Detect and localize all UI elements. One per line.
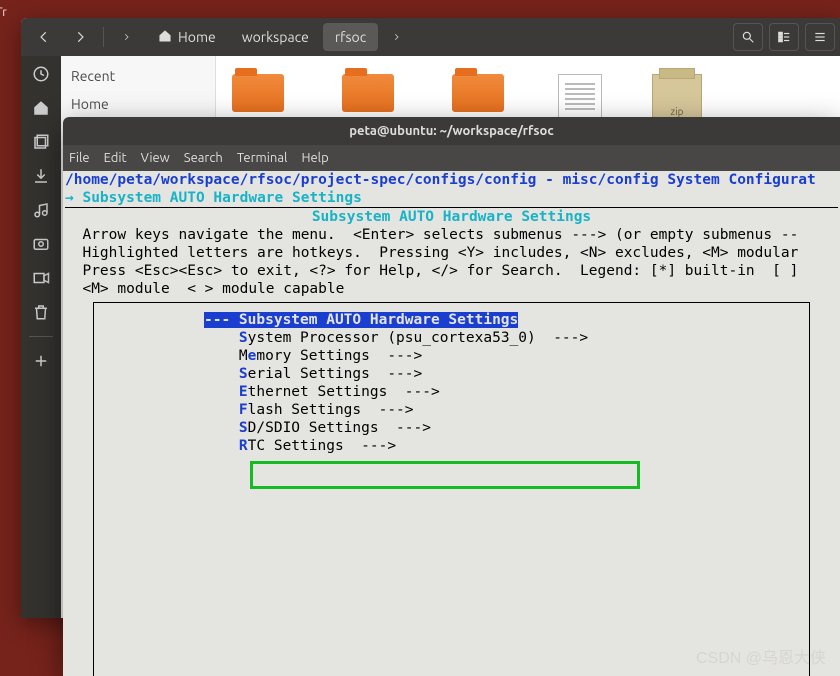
breadcrumb-text: Subsystem AUTO Hardware Settings <box>82 190 370 206</box>
menu-edit[interactable]: Edit <box>104 151 127 165</box>
videos-icon[interactable] <box>29 266 53 290</box>
back-button[interactable] <box>27 23 61 51</box>
view-mode-button[interactable] <box>769 23 799 51</box>
menu-item-serial-settings[interactable]: Serial Settings ---> <box>94 365 809 383</box>
recent-icon[interactable] <box>29 62 53 86</box>
files-icon[interactable] <box>29 130 53 154</box>
path-rfsoc[interactable]: rfsoc <box>323 23 378 51</box>
music-icon[interactable] <box>29 198 53 222</box>
path-overflow[interactable] <box>380 23 414 51</box>
menu-item-flash-settings[interactable]: Flash Settings ---> <box>94 401 809 419</box>
sidebar-divider <box>29 336 53 337</box>
add-location-icon[interactable] <box>29 349 53 373</box>
path-rfsoc-label: rfsoc <box>335 29 366 45</box>
help-line: Arrow keys navigate the menu. <Enter> se… <box>63 226 840 244</box>
menu-item-sd-sdio-settings[interactable]: SD/SDIO Settings ---> <box>94 419 809 437</box>
terminal-menubar: File Edit View Search Terminal Help <box>63 145 840 171</box>
folder-item[interactable] <box>338 74 398 118</box>
folder-item[interactable] <box>228 74 288 118</box>
terminal-titlebar[interactable]: peta@ubuntu: ~/workspace/rfsoc <box>63 117 840 145</box>
config-breadcrumb: → Subsystem AUTO Hardware Settings <box>63 189 840 207</box>
path-workspace[interactable]: workspace <box>230 23 321 51</box>
places-recent[interactable]: Recent <box>61 62 215 90</box>
terminal-content[interactable]: /home/peta/workspace/rfsoc/project-spec/… <box>63 171 840 676</box>
pictures-icon[interactable] <box>29 232 53 256</box>
path-home[interactable]: Home <box>146 23 228 51</box>
kconfig-frame: --- Subsystem AUTO Hardware Settings Sys… <box>93 302 810 676</box>
activity-sidebar <box>21 56 61 618</box>
archive-item[interactable]: zip <box>652 74 702 118</box>
downloads-icon[interactable] <box>29 164 53 188</box>
path-home-label: Home <box>178 29 216 45</box>
config-path-line: /home/peta/workspace/rfsoc/project-spec/… <box>63 171 840 189</box>
hamburger-menu-button[interactable] <box>805 23 835 51</box>
menu-view[interactable]: View <box>141 151 170 165</box>
menu-file[interactable]: File <box>69 151 90 165</box>
menu-item-memory-settings[interactable]: Memory Settings ---> <box>94 347 809 365</box>
menu-help[interactable]: Help <box>301 151 328 165</box>
arrow-icon: → <box>65 190 82 206</box>
watermark: CSDN @乌恩大侠 <box>696 644 826 668</box>
menu-section-heading: --- Subsystem AUTO Hardware Settings <box>94 311 809 329</box>
home-icon-side[interactable] <box>29 96 53 120</box>
menu-search[interactable]: Search <box>184 151 223 165</box>
terminal-window: peta@ubuntu: ~/workspace/rfsoc File Edit… <box>63 117 840 676</box>
archive-label: zip <box>671 106 684 117</box>
menu-item-ethernet-settings[interactable]: Ethernet Settings ---> <box>94 383 809 401</box>
path-workspace-label: workspace <box>242 29 309 45</box>
search-button[interactable] <box>733 23 763 51</box>
menu-item-rtc-settings[interactable]: RTC Settings ---> <box>94 437 809 455</box>
help-line: <M> module < > module capable <box>63 280 840 298</box>
highlight-annotation-box <box>250 461 640 489</box>
help-line: Highlighted letters are hotkeys. Pressin… <box>63 244 840 262</box>
places-home[interactable]: Home <box>61 90 215 118</box>
menu-terminal[interactable]: Terminal <box>237 151 288 165</box>
trash-icon[interactable] <box>29 300 53 324</box>
home-icon <box>158 29 172 46</box>
help-line: Press <Esc><Esc> to exit, <?> for Help, … <box>63 262 840 280</box>
desktop-trash-label: Tr <box>0 6 7 19</box>
path-root-chevron[interactable] <box>110 23 144 51</box>
config-heading: Subsystem AUTO Hardware Settings <box>63 208 840 226</box>
file-manager-toolbar: Home workspace rfsoc <box>21 18 840 56</box>
folder-item[interactable] <box>448 74 508 118</box>
menu-item-system-processor[interactable]: System Processor (psu_cortexa53_0) ---> <box>94 329 809 347</box>
separator <box>103 27 104 47</box>
forward-button[interactable] <box>63 23 97 51</box>
